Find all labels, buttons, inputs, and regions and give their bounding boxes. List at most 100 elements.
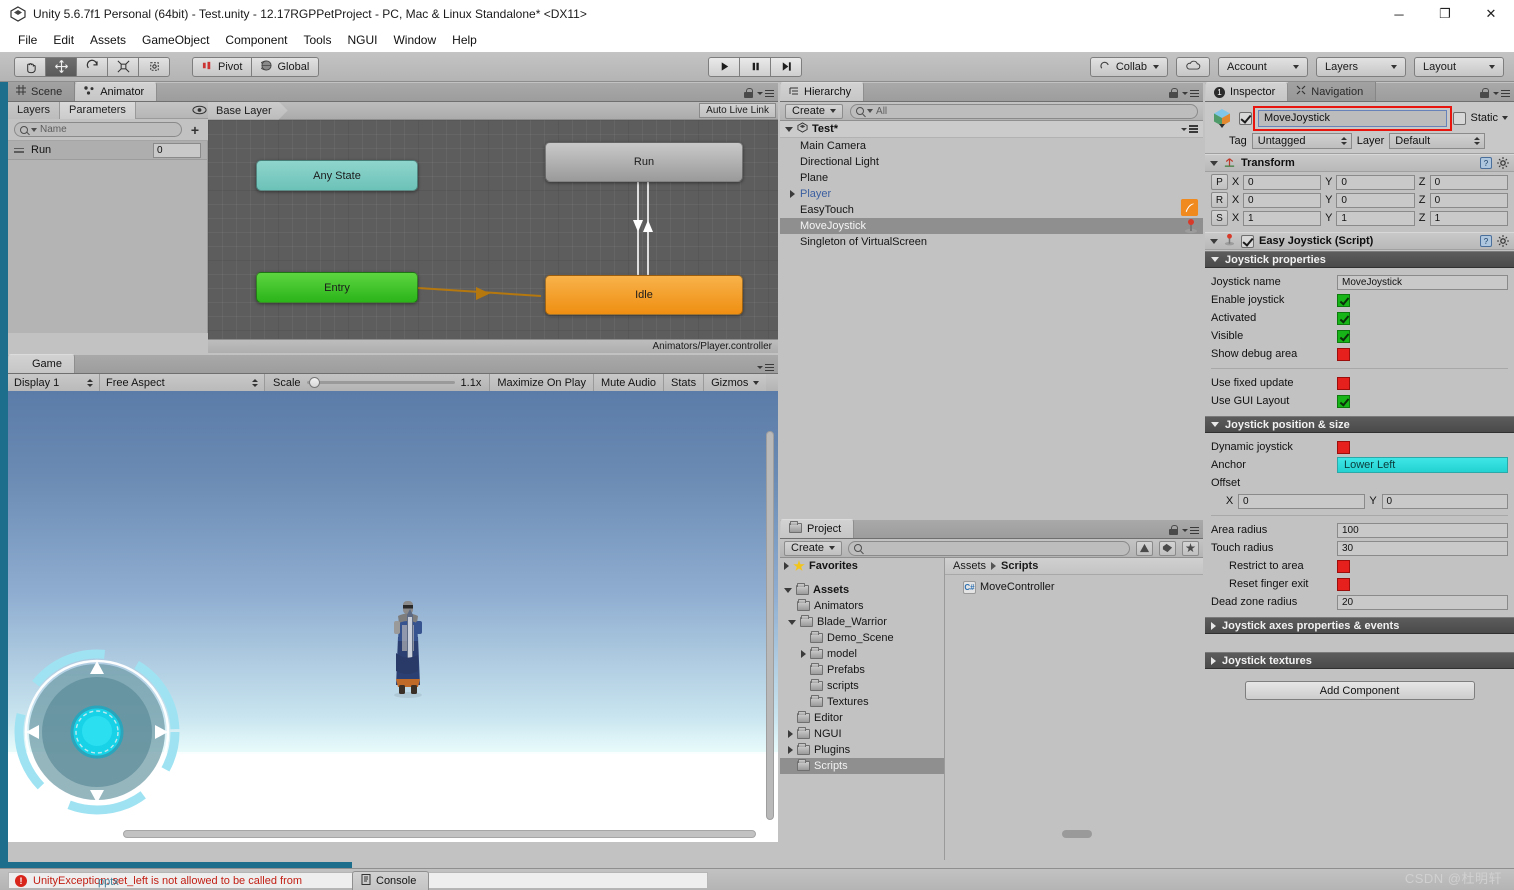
lock-icon[interactable] [1480,88,1489,99]
mute-audio-button[interactable]: Mute Audio [592,373,664,392]
maximize-button[interactable]: ❐ [1422,0,1468,28]
use-fixed-update-toggle[interactable] [1337,376,1350,390]
scale-tool-button[interactable] [107,56,139,77]
menu-tools[interactable]: Tools [295,31,339,49]
position-key[interactable]: P [1211,174,1228,190]
hierarchy-item-main-camera[interactable]: Main Camera [780,138,1203,154]
hierarchy-item-plane[interactable]: Plane [780,170,1203,186]
project-row-editor[interactable]: Editor [780,710,944,726]
project-row-scripts-sub[interactable]: scripts [780,678,944,694]
scrollbar-thumb[interactable] [123,830,756,838]
panel-menu-icon[interactable] [1493,89,1510,98]
menu-edit[interactable]: Edit [45,31,82,49]
maximize-on-play-button[interactable]: Maximize On Play [489,373,593,392]
section-joystick-properties[interactable]: Joystick properties [1205,251,1514,268]
project-row-textures[interactable]: Textures [780,694,944,710]
menu-file[interactable]: File [10,31,45,49]
chevron-right-icon[interactable] [1211,656,1216,665]
gameobject-enabled-checkbox[interactable] [1239,111,1252,125]
project-favorites-row[interactable]: Favorites [780,558,944,574]
rotate-tool-button[interactable] [76,56,108,77]
scale-z-input[interactable]: 1 [1429,210,1508,226]
filter-by-label-icon[interactable] [1159,540,1176,556]
project-row-demo-scene[interactable]: Demo_Scene [780,630,944,646]
hierarchy-scene-row[interactable]: Test* [780,121,1203,138]
animator-state-machine-canvas[interactable]: Any State Entry Run Idle [208,120,778,339]
chevron-right-icon[interactable] [790,190,795,198]
project-row-assets[interactable]: Assets [780,582,944,598]
lock-icon[interactable] [1169,525,1178,536]
panel-menu-icon[interactable] [1182,526,1199,535]
tab-navigation[interactable]: Navigation [1288,82,1377,101]
chevron-right-icon[interactable] [788,730,793,738]
panel-menu-icon[interactable] [757,363,774,371]
activated-toggle[interactable] [1337,311,1350,325]
gear-icon[interactable] [1497,235,1509,247]
tab-animator[interactable]: Animator [75,82,158,101]
aspect-selector[interactable]: Free Aspect [100,373,265,392]
transform-component-header[interactable]: Transform ? [1205,154,1514,172]
lock-icon[interactable] [744,88,753,99]
filter-by-type-icon[interactable] [1136,540,1153,556]
state-node-any-state[interactable]: Any State [256,160,418,191]
parameter-row[interactable]: Run 0 [8,141,207,160]
scrollbar-thumb[interactable] [766,431,774,820]
favorites-star-icon[interactable] [1182,540,1199,556]
rotation-z-input[interactable]: 0 [1429,192,1508,208]
scale-key[interactable]: S [1211,210,1228,226]
rect-tool-button[interactable] [138,56,170,77]
eye-icon[interactable] [192,105,208,115]
layer-dropdown[interactable]: Default [1389,133,1486,149]
gameobject-name-input[interactable]: MoveJoystick [1258,109,1448,127]
hierarchy-item-singleton-virtualscreen[interactable]: Singleton of VirtualScreen [780,234,1203,250]
chevron-down-icon[interactable] [1210,238,1218,244]
panel-menu-icon[interactable] [757,89,774,98]
hierarchy-item-movejoystick[interactable]: MoveJoystick [780,218,1203,234]
offset-x-input[interactable]: 0 [1238,493,1365,509]
account-button[interactable]: Account [1218,56,1308,77]
show-debug-area-toggle[interactable] [1337,347,1350,361]
position-x-input[interactable]: 0 [1243,174,1322,190]
visible-toggle[interactable] [1337,329,1350,343]
hierarchy-item-directional-light[interactable]: Directional Light [780,154,1203,170]
play-button[interactable] [708,56,740,77]
scale-slider[interactable] [306,377,455,388]
section-joystick-position[interactable]: Joystick position & size [1205,416,1514,433]
chevron-down-icon[interactable] [1211,422,1219,427]
cloud-button[interactable] [1176,56,1210,77]
layers-button[interactable]: Layers [1316,56,1406,77]
enable-joystick-toggle[interactable] [1337,293,1350,307]
rotation-key[interactable]: R [1211,192,1228,208]
chevron-down-icon[interactable] [1502,116,1508,120]
touch-radius-input[interactable]: 30 [1337,540,1508,556]
state-node-entry[interactable]: Entry [256,272,418,303]
reset-finger-exit-toggle[interactable] [1337,577,1350,591]
tab-project[interactable]: Project [780,519,855,538]
hierarchy-item-easytouch[interactable]: EasyTouch [780,198,1203,218]
project-row-scripts[interactable]: Scripts [780,758,944,774]
add-parameter-button[interactable]: + [188,122,202,138]
menu-window[interactable]: Window [385,31,444,49]
area-radius-input[interactable]: 100 [1337,522,1508,538]
chevron-down-icon[interactable] [785,126,793,132]
rotation-x-input[interactable]: 0 [1243,192,1322,208]
project-file-movecontroller[interactable]: C# MoveController [945,579,1203,595]
rotation-y-input[interactable]: 0 [1336,192,1415,208]
offset-y-input[interactable]: 0 [1381,493,1508,509]
hierarchy-create-button[interactable]: Create [785,103,844,119]
state-node-run[interactable]: Run [545,142,743,182]
easy-joystick-component-header[interactable]: Easy Joystick (Script) ? [1205,232,1514,250]
pause-button[interactable] [739,56,771,77]
scrollbar-thumb[interactable] [1062,830,1092,838]
minimize-button[interactable]: ─ [1376,0,1422,28]
parameter-search-input[interactable]: Name [14,122,182,137]
tag-dropdown[interactable]: Untagged [1251,133,1352,149]
chevron-down-icon[interactable] [788,619,796,625]
hierarchy-item-player[interactable]: Player [780,186,1203,202]
chevron-right-icon[interactable] [784,562,789,570]
tab-scene[interactable]: Scene [8,82,76,101]
project-create-button[interactable]: Create [784,540,843,556]
display-selector[interactable]: Display 1 [8,373,100,392]
section-joystick-axes[interactable]: Joystick axes properties & events [1205,617,1514,634]
tab-hierarchy[interactable]: Hierarchy [780,82,865,101]
